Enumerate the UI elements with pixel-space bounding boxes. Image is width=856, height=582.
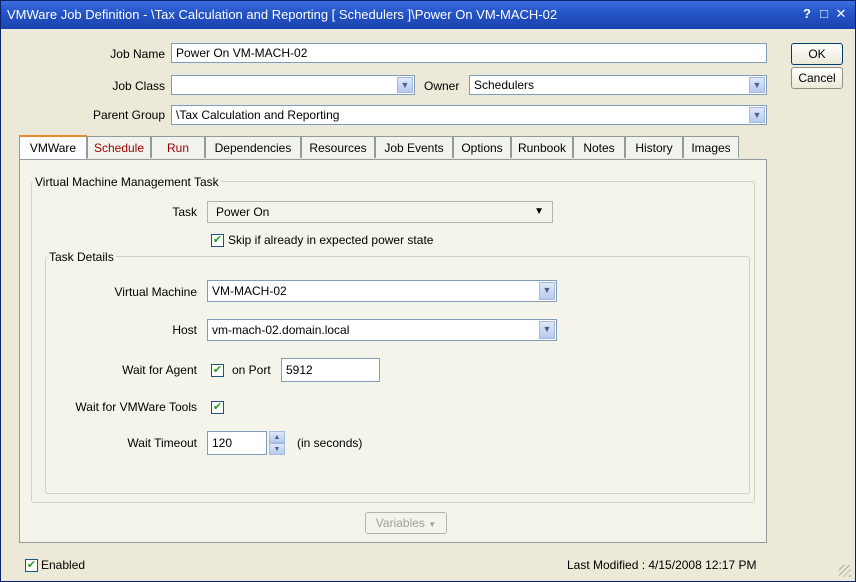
- task-select[interactable]: Power On ▼: [207, 201, 553, 223]
- wait-agent-checkbox[interactable]: ✔: [211, 364, 224, 377]
- cancel-button[interactable]: Cancel: [791, 67, 843, 89]
- maximize-icon[interactable]: □: [817, 7, 831, 21]
- task-label: Task: [172, 205, 197, 219]
- chevron-down-icon[interactable]: ▼: [749, 107, 765, 123]
- task-group-caption: Virtual Machine Management Task: [33, 175, 221, 189]
- owner-label: Owner: [424, 79, 460, 93]
- resize-grip[interactable]: [839, 565, 851, 577]
- spin-up-icon[interactable]: ▲: [269, 431, 285, 443]
- job-definition-window: VMWare Job Definition - \Tax Calculation…: [0, 0, 856, 582]
- timeout-spinner[interactable]: ▲ ▼: [269, 431, 285, 455]
- job-name-label: Job Name: [110, 47, 165, 61]
- last-modified-text: Last Modified : 4/15/2008 12:17 PM: [567, 558, 757, 572]
- chevron-down-icon[interactable]: ▼: [539, 282, 555, 300]
- variables-label: Variables: [375, 516, 425, 530]
- vm-value: VM-MACH-02: [212, 284, 287, 298]
- tab-history[interactable]: History: [625, 136, 683, 158]
- port-input[interactable]: 5912: [281, 358, 380, 382]
- tab-notes[interactable]: Notes: [573, 136, 625, 158]
- tab-dependencies[interactable]: Dependencies: [205, 136, 301, 158]
- owner-select[interactable]: Schedulers ▼: [469, 75, 767, 95]
- host-select[interactable]: vm-mach-02.domain.local ▼: [207, 319, 557, 341]
- close-icon[interactable]: ✕: [834, 7, 848, 21]
- tab-options[interactable]: Options: [453, 136, 511, 158]
- owner-value: Schedulers: [474, 78, 535, 92]
- chevron-down-icon[interactable]: ▼: [749, 77, 765, 93]
- dropdown-arrow-icon[interactable]: ▼: [534, 206, 544, 217]
- vm-label: Virtual Machine: [114, 285, 198, 299]
- help-icon[interactable]: ?: [800, 7, 814, 21]
- window-title: VMWare Job Definition - \Tax Calculation…: [7, 7, 558, 22]
- skip-checkbox[interactable]: ✔: [211, 234, 224, 247]
- timeout-label: Wait Timeout: [127, 436, 197, 450]
- vm-select[interactable]: VM-MACH-02 ▼: [207, 280, 557, 302]
- timeout-input[interactable]: 120: [207, 431, 267, 455]
- details-group-caption: Task Details: [47, 250, 116, 264]
- tab-images[interactable]: Images: [683, 136, 739, 158]
- wait-agent-label: Wait for Agent: [122, 363, 197, 377]
- wait-tools-label: Wait for VMWare Tools: [75, 400, 197, 414]
- variables-button[interactable]: Variables ▼: [365, 512, 447, 534]
- job-class-select[interactable]: ▼: [171, 75, 415, 95]
- title-bar[interactable]: VMWare Job Definition - \Tax Calculation…: [1, 1, 855, 29]
- on-port-label: on Port: [232, 363, 271, 377]
- host-label: Host: [172, 323, 197, 337]
- parent-group-label: Parent Group: [92, 108, 165, 122]
- host-value: vm-mach-02.domain.local: [212, 323, 350, 337]
- task-value: Power On: [216, 205, 270, 219]
- skip-label: Skip if already in expected power state: [228, 233, 434, 247]
- wait-tools-checkbox[interactable]: ✔: [211, 401, 224, 414]
- tab-schedule[interactable]: Schedule: [87, 136, 151, 158]
- job-class-label: Job Class: [112, 79, 165, 93]
- dropdown-arrow-icon: ▼: [428, 520, 437, 529]
- chevron-down-icon[interactable]: ▼: [397, 77, 413, 93]
- tab-vmware[interactable]: VMWare: [19, 135, 87, 159]
- chevron-down-icon[interactable]: ▼: [539, 321, 555, 339]
- enabled-checkbox[interactable]: ✔: [25, 559, 38, 572]
- parent-group-select[interactable]: \Tax Calculation and Reporting ▼: [171, 105, 767, 125]
- tab-resources[interactable]: Resources: [301, 136, 375, 158]
- tab-runbook[interactable]: Runbook: [511, 136, 573, 158]
- tab-run[interactable]: Run: [151, 136, 205, 158]
- timeout-unit-label: (in seconds): [297, 436, 363, 450]
- job-name-input[interactable]: Power On VM-MACH-02: [171, 43, 767, 63]
- tab-job-events[interactable]: Job Events: [375, 136, 453, 158]
- spin-down-icon[interactable]: ▼: [269, 443, 285, 455]
- enabled-label: Enabled: [41, 558, 86, 572]
- parent-group-value: \Tax Calculation and Reporting: [176, 108, 340, 122]
- ok-button[interactable]: OK: [791, 43, 843, 65]
